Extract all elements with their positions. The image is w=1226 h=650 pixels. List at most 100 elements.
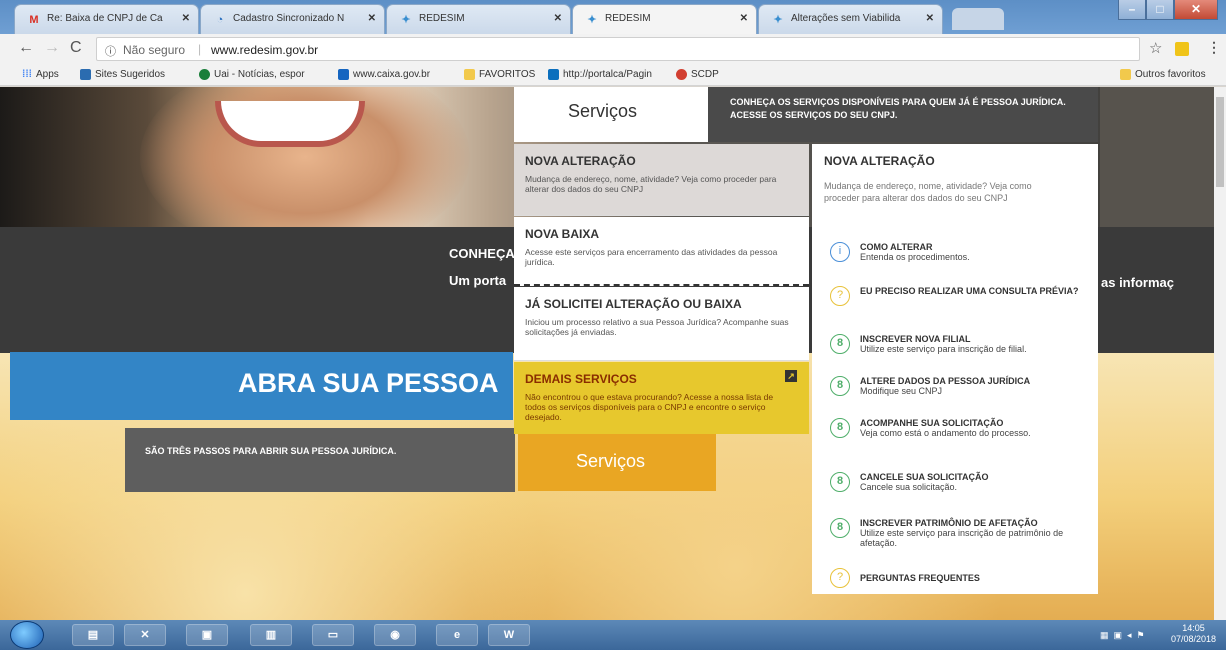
taskbar-notepad-icon[interactable]: ▥ (250, 624, 292, 646)
close-tab-icon[interactable]: ✕ (182, 13, 190, 24)
sharepoint-icon (548, 69, 559, 80)
browser-tab[interactable]: ✦ REDESIM ✕ (386, 4, 571, 34)
menu-item-ja-solicitei[interactable]: JÁ SOLICITEI ALTERAÇÃO OU BAIXA Iniciou … (514, 287, 809, 361)
caixa-icon (338, 69, 349, 80)
question-icon: ? (830, 286, 850, 306)
browser-tab[interactable]: M Re: Baixa de CNPJ de Ca ✕ (14, 4, 199, 34)
gmail-icon: M (29, 14, 39, 26)
bookmark-label: FAVORITOS (479, 69, 536, 80)
maximize-icon[interactable]: □ (1146, 0, 1174, 20)
menu-item-title: NOVA ALTERAÇÃO (525, 154, 636, 168)
tab-title: REDESIM (605, 13, 651, 24)
servicos-info-box: Conheça os serviços disponíveis para que… (708, 87, 1098, 142)
window-controls: – □ ✕ (1118, 0, 1218, 22)
steps-text: SÃO TRÊS PASSOS PARA ABRIR SUA PESSOA JU… (145, 446, 397, 456)
detail-link-sub: Veja como está o andamento do processo. (860, 428, 1031, 438)
gov-service-icon: 8 (830, 334, 850, 354)
redesim-icon: ✦ (587, 14, 597, 26)
menu-item-nova-baixa[interactable]: NOVA BAIXA Acesse este serviços para enc… (514, 217, 809, 286)
taskbar-folder-icon[interactable]: ▭ (312, 624, 354, 646)
browser-tab[interactable]: ✦ Alterações sem Viabilida ✕ (758, 4, 943, 34)
info-icon[interactable]: ⓘ (105, 43, 116, 59)
browser-tab[interactable]: ◔ Cadastro Sincronizado N ✕ (200, 4, 385, 34)
bookmark-label: Sites Sugeridos (95, 69, 166, 80)
hero-subheading: Um porta (449, 273, 507, 288)
close-tab-icon[interactable]: ✕ (926, 13, 934, 24)
bookmark-apps[interactable]: ⁞⁞⁞ Apps (22, 69, 59, 80)
menu-item-demais-servicos[interactable]: DEMAIS SERVIÇOS Não encontrou o que esta… (514, 362, 809, 434)
taskbar-app-icon[interactable]: ✕ (124, 624, 166, 646)
clock[interactable]: 14:05 07/08/2018 (1171, 623, 1216, 645)
gov-service-icon: 8 (830, 418, 850, 438)
taskbar-explorer-icon[interactable]: ▤ (72, 624, 114, 646)
security-status: Não seguro (123, 43, 186, 57)
bookmark-item[interactable]: SCDP (676, 69, 719, 80)
servicos-info-text: Conheça os serviços disponíveis para que… (730, 97, 1066, 120)
page-scrollbar[interactable] (1214, 87, 1226, 620)
menu-item-desc: Iniciou um processo relativo a sua Pesso… (525, 317, 789, 337)
gov-service-icon: 8 (830, 376, 850, 396)
servicos-button[interactable]: Serviços (518, 433, 716, 491)
banner: ABRA SUA PESSOA (10, 352, 513, 420)
detail-link-title: PERGUNTAS FREQUENTES (860, 573, 980, 583)
menu-item-title: JÁ SOLICITEI ALTERAÇÃO OU BAIXA (525, 297, 742, 311)
servicos-menu-tab[interactable]: Serviços (514, 87, 708, 142)
star-icon[interactable]: ☆ (1149, 41, 1162, 56)
start-button[interactable] (10, 621, 44, 649)
reload-icon[interactable]: C (70, 40, 82, 56)
bookmark-label: Uai - Notícias, espor (214, 69, 305, 80)
menu-item-title: DEMAIS SERVIÇOS (525, 372, 637, 386)
question-icon: ? (830, 568, 850, 588)
bookmark-item[interactable]: Uai - Notícias, espor (199, 69, 305, 80)
menu-item-nova-alteracao[interactable]: NOVA ALTERAÇÃO Mudança de endereço, nome… (514, 144, 809, 216)
bookmark-label: www.caixa.gov.br (353, 69, 431, 80)
loading-icon: ◔ (216, 14, 224, 26)
bookmark-label: SCDP (691, 69, 719, 80)
taskbar-app-icon[interactable]: ▣ (186, 624, 228, 646)
external-link-icon[interactable]: ↗ (785, 370, 797, 382)
bookmark-folder-other[interactable]: Outros favoritos (1120, 69, 1206, 80)
minimize-icon[interactable]: – (1118, 0, 1146, 20)
info-icon: i (830, 242, 850, 262)
detail-title: NOVA ALTERAÇÃO (824, 154, 935, 168)
detail-link-title: COMO ALTERAR (860, 242, 933, 252)
kebab-menu-icon[interactable]: ⋮ (1207, 40, 1221, 54)
bookmark-item[interactable]: www.caixa.gov.br (338, 69, 430, 80)
taskbar-ie-icon[interactable]: e (436, 624, 478, 646)
servicos-menu-list: NOVA ALTERAÇÃO Mudança de endereço, nome… (514, 144, 809, 434)
browser-tab-active[interactable]: ✦ REDESIM ✕ (572, 4, 757, 34)
scrollbar-thumb[interactable] (1216, 97, 1224, 187)
close-window-icon[interactable]: ✕ (1174, 0, 1218, 20)
folder-icon (464, 69, 475, 80)
forward-arrow-icon[interactable]: → (44, 40, 60, 56)
system-tray: ▦▣◂⚑ 14:05 07/08/2018 (1046, 620, 1226, 650)
bookmark-folder[interactable]: FAVORITOS (464, 69, 535, 80)
scdp-icon (676, 69, 687, 80)
close-tab-icon[interactable]: ✕ (740, 13, 748, 24)
hero-photo-detail (215, 101, 365, 147)
browser-toolbar: ← → C ⓘ Não seguro | www.redesim.gov.br … (0, 34, 1226, 64)
bookmark-icon (80, 69, 91, 80)
clock-date: 07/08/2018 (1170, 634, 1216, 644)
detail-link-title: CANCELE SUA SOLICITAÇÃO (860, 472, 989, 482)
tab-title: Cadastro Sincronizado N (233, 13, 345, 24)
detail-link-sub: Entenda os procedimentos. (860, 252, 970, 262)
tray-icons[interactable]: ▦▣◂⚑ (1100, 630, 1150, 641)
servicos-detail-panel: NOVA ALTERAÇÃO Mudança de endereço, nome… (812, 144, 1098, 594)
taskbar-chrome-icon[interactable]: ◉ (374, 624, 416, 646)
bookmark-item[interactable]: Sites Sugeridos (80, 69, 165, 80)
taskbar-word-icon[interactable]: W (488, 624, 530, 646)
close-tab-icon[interactable]: ✕ (554, 13, 562, 24)
url-text: www.redesim.gov.br (211, 43, 319, 57)
address-bar[interactable]: ⓘ Não seguro | www.redesim.gov.br (96, 37, 1140, 61)
back-arrow-icon[interactable]: ← (18, 40, 34, 56)
bookmark-icon (199, 69, 210, 80)
new-tab-button[interactable] (952, 8, 1004, 30)
banner-title: ABRA SUA PESSOA (238, 368, 499, 398)
detail-link-title: INSCREVER PATRIMÔNIO DE AFETAÇÃO (860, 518, 1038, 528)
bookmark-item[interactable]: http://portalca/Pagin (548, 69, 652, 80)
extension-icon[interactable] (1175, 42, 1189, 56)
close-tab-icon[interactable]: ✕ (368, 13, 376, 24)
bookmarks-bar: ⁞⁞⁞ Apps Sites Sugeridos Uai - Notícias,… (0, 64, 1226, 86)
tab-title: Alterações sem Viabilida (791, 13, 901, 24)
